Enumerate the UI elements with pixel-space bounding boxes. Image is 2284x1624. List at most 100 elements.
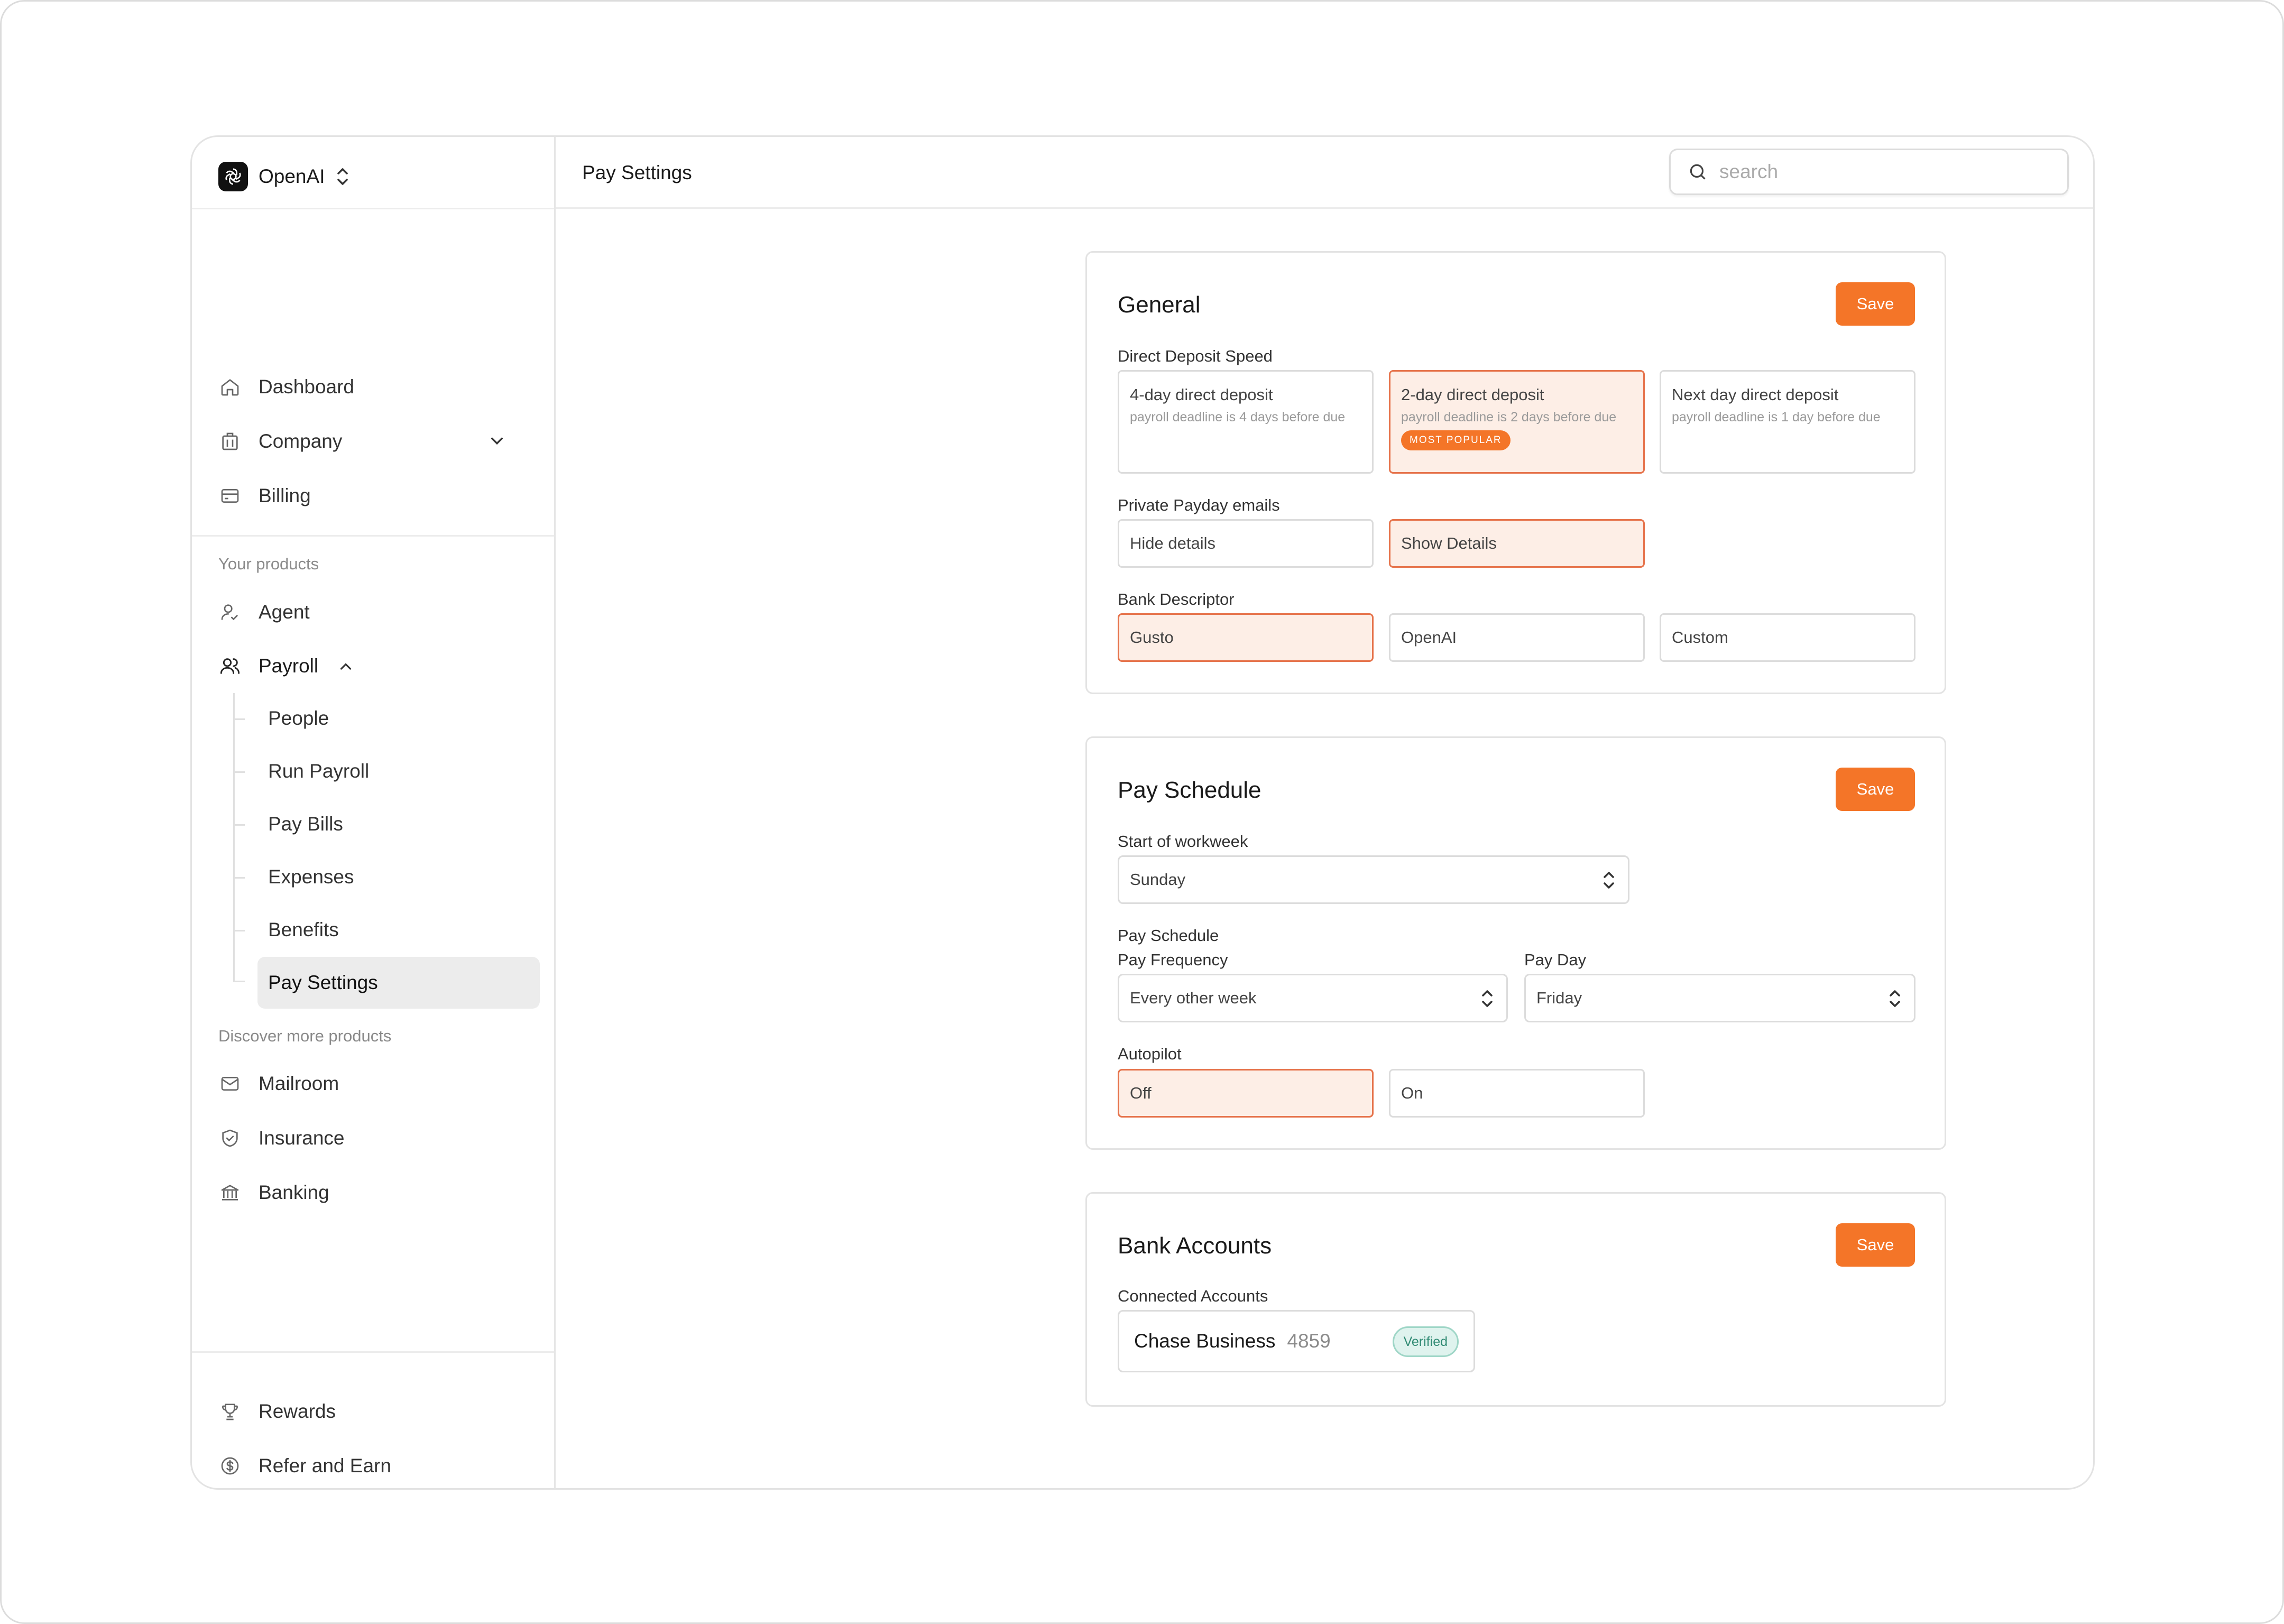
home-icon	[218, 375, 242, 399]
option-subtitle: payroll deadline is 1 day before due	[1672, 410, 1881, 425]
sidebar-item-payroll[interactable]: Payroll	[218, 648, 352, 685]
org-switcher[interactable]: OpenAI	[218, 158, 350, 195]
descriptor-option-gusto[interactable]: Gusto	[1118, 613, 1374, 662]
tree-tick	[233, 877, 245, 879]
deposit-option-2-day[interactable]: 2-day direct deposit payroll deadline is…	[1389, 370, 1645, 474]
building-icon	[218, 430, 242, 453]
app-window: OpenAI Dashboard Company Billing Your pr…	[190, 135, 2095, 1490]
sidebar-item-refer-and-earn[interactable]: Refer and Earn	[218, 1447, 391, 1484]
select-value: Every other week	[1130, 989, 1257, 1007]
sidebar-item-mailroom[interactable]: Mailroom	[218, 1065, 339, 1102]
sidebar-item-label: Company	[259, 430, 343, 452]
select-value: Sunday	[1130, 870, 1186, 889]
verified-badge: Verified	[1392, 1326, 1459, 1357]
emails-option-hide[interactable]: Hide details	[1118, 519, 1374, 568]
sidebar-item-label: Refer and Earn	[259, 1455, 391, 1477]
tree-tick	[233, 824, 245, 826]
credit-card-icon	[218, 484, 242, 508]
sidebar-item-label: Mailroom	[259, 1073, 339, 1094]
sidebar-item-label: Payroll	[259, 655, 319, 677]
pay-schedule-card: Pay Schedule Save Start of workweek Sund…	[1085, 736, 1946, 1150]
card-title: Pay Schedule	[1118, 777, 1261, 803]
workweek-select[interactable]: Sunday	[1118, 855, 1629, 904]
field-label: Pay Frequency	[1118, 951, 1228, 969]
option-title: Next day direct deposit	[1672, 385, 1839, 404]
sidebar-subitem-run-payroll[interactable]: Run Payroll	[257, 745, 540, 797]
page-title: Pay Settings	[582, 162, 692, 183]
sidebar-item-billing[interactable]: Billing	[218, 477, 311, 514]
field-label: Autopilot	[1118, 1045, 1182, 1063]
option-subtitle: payroll deadline is 2 days before due	[1401, 410, 1617, 425]
tree-tick	[233, 930, 245, 931]
field-label: Start of workweek	[1118, 832, 1248, 851]
sidebar: OpenAI Dashboard Company Billing Your pr…	[192, 137, 556, 1488]
users-icon	[218, 654, 242, 678]
bank-icon	[218, 1181, 242, 1204]
sidebar-item-label: Agent	[259, 601, 310, 623]
option-title: 2-day direct deposit	[1401, 385, 1544, 404]
section-label-discover: Discover more products	[218, 1027, 392, 1045]
deposit-option-4-day[interactable]: 4-day direct deposit payroll deadline is…	[1118, 370, 1374, 474]
org-name: OpenAI	[259, 165, 325, 187]
sidebar-subitem-pay-settings[interactable]: Pay Settings	[257, 957, 540, 1009]
section-label-your-products: Your products	[218, 555, 319, 573]
tree-tick	[233, 718, 245, 720]
descriptor-option-openai[interactable]: OpenAI	[1389, 613, 1645, 662]
select-value: Friday	[1536, 989, 1582, 1007]
sidebar-item-label: Banking	[259, 1182, 329, 1203]
topbar: Pay Settings	[556, 137, 2093, 209]
sidebar-item-rewards[interactable]: Rewards	[218, 1393, 336, 1430]
option-subtitle: payroll deadline is 4 days before due	[1130, 410, 1346, 425]
sidebar-item-company[interactable]: Company	[218, 423, 504, 460]
sidebar-subitem-people[interactable]: People	[257, 693, 540, 744]
chevron-up-icon	[340, 663, 352, 670]
field-label: Bank Descriptor	[1118, 590, 1235, 608]
sidebar-subitem-pay-bills[interactable]: Pay Bills	[257, 798, 540, 850]
tree-line	[233, 693, 235, 982]
sidebar-subitem-benefits[interactable]: Benefits	[257, 904, 540, 956]
card-title: General	[1118, 292, 1201, 318]
save-button[interactable]: Save	[1836, 768, 1915, 811]
chevron-up-down-icon	[337, 168, 348, 185]
autopilot-option-off[interactable]: Off	[1118, 1069, 1374, 1118]
sidebar-item-label: Rewards	[259, 1400, 336, 1422]
account-name: Chase Business	[1134, 1330, 1276, 1352]
option-title: 4-day direct deposit	[1130, 385, 1273, 404]
shield-check-icon	[218, 1127, 242, 1150]
most-popular-badge: MOST POPULAR	[1401, 430, 1511, 450]
mail-icon	[218, 1072, 242, 1095]
descriptor-option-custom[interactable]: Custom	[1660, 613, 1915, 662]
tree-tick	[233, 771, 245, 773]
save-button[interactable]: Save	[1836, 1223, 1915, 1267]
sidebar-item-banking[interactable]: Banking	[218, 1174, 329, 1211]
chevron-up-down-icon	[1890, 990, 1900, 1007]
autopilot-option-on[interactable]: On	[1389, 1069, 1645, 1118]
sidebar-item-dashboard[interactable]: Dashboard	[218, 368, 354, 405]
save-button[interactable]: Save	[1836, 282, 1915, 326]
pay-day-select[interactable]: Friday	[1524, 974, 1915, 1022]
field-label: Direct Deposit Speed	[1118, 347, 1273, 365]
openai-logo-icon	[218, 162, 248, 191]
sidebar-divider	[192, 535, 554, 537]
sidebar-item-insurance[interactable]: Insurance	[218, 1120, 345, 1157]
sidebar-divider	[192, 208, 554, 209]
bank-accounts-card: Bank Accounts Save Connected Accounts Ch…	[1085, 1192, 1946, 1407]
field-label: Private Payday emails	[1118, 496, 1280, 514]
sidebar-subitem-expenses[interactable]: Expenses	[257, 851, 540, 903]
deposit-option-next-day[interactable]: Next day direct deposit payroll deadline…	[1660, 370, 1915, 474]
chevron-up-down-icon	[1604, 872, 1614, 889]
emails-option-show[interactable]: Show Details	[1389, 519, 1645, 568]
field-label: Pay Schedule	[1118, 926, 1219, 945]
sidebar-item-agent[interactable]: Agent	[218, 594, 310, 631]
general-card: General Save Direct Deposit Speed 4-day …	[1085, 251, 1946, 694]
field-label: Connected Accounts	[1118, 1287, 1268, 1305]
pay-frequency-select[interactable]: Every other week	[1118, 974, 1508, 1022]
account-number: 4859	[1287, 1330, 1331, 1352]
dollar-circle-icon	[218, 1454, 242, 1478]
search-box[interactable]	[1669, 149, 2069, 195]
trophy-icon	[218, 1400, 242, 1423]
connected-account[interactable]: Chase Business 4859 Verified	[1118, 1310, 1475, 1372]
search-input[interactable]	[1718, 160, 2036, 183]
sidebar-item-label: Dashboard	[259, 376, 355, 398]
card-title: Bank Accounts	[1118, 1233, 1272, 1259]
